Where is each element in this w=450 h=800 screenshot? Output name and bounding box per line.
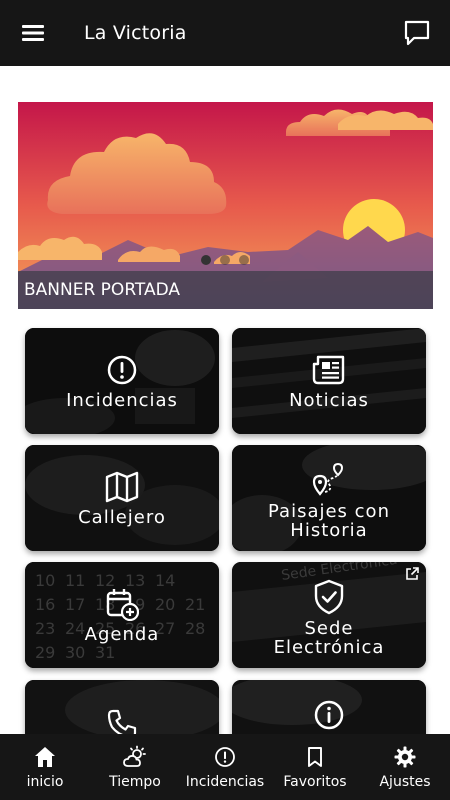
info-circle-icon: [311, 697, 347, 733]
home-banner-carousel[interactable]: BANNER PORTADA: [18, 102, 433, 309]
map-icon: [104, 469, 140, 505]
nav-item-favoritos[interactable]: Favoritos: [270, 734, 360, 800]
tile-label: Noticias: [289, 390, 369, 411]
shield-check-icon: [311, 579, 347, 615]
tile-sede-electronica[interactable]: Sede Electrónica Sede Electrónica: [232, 562, 426, 668]
chat-bubble-icon[interactable]: [402, 18, 432, 48]
tile-noticias[interactable]: Noticias: [232, 328, 426, 434]
app-title: La Victoria: [84, 22, 187, 44]
newspaper-icon: [311, 352, 347, 388]
bookmark-icon: [303, 745, 327, 769]
tile-callejero[interactable]: Callejero: [25, 445, 219, 551]
tile-paisajes-con-historia[interactable]: Paisajes con Historia: [232, 445, 426, 551]
banner-dot-3[interactable]: [239, 255, 249, 265]
app-screen: La Victoria BANNER PORTADA Incidencias N…: [0, 0, 450, 800]
nav-label: Incidencias: [185, 774, 265, 790]
nav-label: Tiempo: [109, 774, 161, 790]
tile-label: Agenda: [84, 624, 160, 645]
bottom-navigation-bar: inicio Tiempo Incidencias Favoritos Ajus…: [0, 734, 450, 800]
nav-item-tiempo[interactable]: Tiempo: [90, 734, 180, 800]
tile-label: Incidencias: [66, 390, 178, 411]
weather-icon: [123, 745, 147, 769]
nav-item-incidencias[interactable]: Incidencias: [180, 734, 270, 800]
nav-label: Favoritos: [283, 774, 347, 790]
tile-incidencias[interactable]: Incidencias: [25, 328, 219, 434]
banner-dot-1[interactable]: [201, 255, 211, 265]
hamburger-menu-icon[interactable]: [18, 20, 48, 46]
tile-label: Paisajes con Historia: [268, 501, 390, 541]
nav-item-inicio[interactable]: inicio: [0, 734, 90, 800]
banner-dot-2[interactable]: [220, 255, 230, 265]
alert-circle-icon: [213, 745, 237, 769]
nav-item-ajustes[interactable]: Ajustes: [360, 734, 450, 800]
banner-pagination: [201, 255, 249, 265]
nav-label: inicio: [26, 774, 64, 790]
tile-label: Callejero: [78, 507, 166, 528]
tile-label: Sede Electrónica: [273, 618, 385, 658]
calendar-add-icon: [104, 586, 140, 622]
nav-label: Ajustes: [379, 774, 431, 790]
tile-agenda[interactable]: 10 11 12 13 14 16 17 18 19 20 21 23 24 25 26 27 28 29 3…: [25, 562, 219, 668]
home-icon: [33, 745, 57, 769]
gear-icon: [393, 745, 417, 769]
top-app-bar: La Victoria: [0, 0, 450, 66]
route-pin-icon: [311, 462, 347, 498]
banner-caption: BANNER PORTADA: [24, 280, 181, 300]
banner-caption-bar: BANNER PORTADA: [18, 271, 433, 309]
alert-circle-icon: [104, 352, 140, 388]
